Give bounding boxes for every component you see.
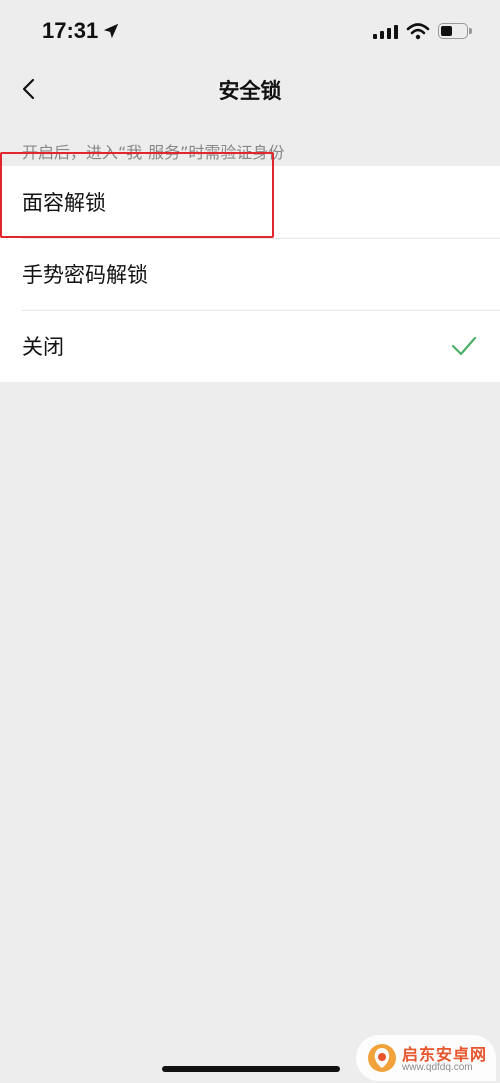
watermark-url: www.qdfdq.com [402,1062,473,1073]
status-time: 17:31 [42,18,120,44]
option-label: 手势密码解锁 [22,263,148,287]
lock-options-list: 面容解锁 手势密码解锁 关闭 [0,166,500,382]
cellular-signal-icon [373,23,398,39]
hint-text: 开启后，进入“我-服务”时需验证身份 [22,143,285,162]
battery-icon [438,23,472,39]
home-indicator[interactable] [162,1066,340,1072]
wifi-icon [406,23,430,40]
option-face-unlock[interactable]: 面容解锁 [0,166,500,238]
battery-fill [441,26,452,36]
option-label: 面容解锁 [22,191,106,215]
status-time-text: 17:31 [42,18,99,43]
watermark: 启东安卓网 www.qdfdq.com [356,1035,496,1081]
status-bar: 17:31 [0,0,500,66]
checkmark-icon [451,336,477,356]
option-label: 关闭 [22,335,64,359]
location-arrow-icon [104,23,119,39]
option-gesture-unlock[interactable]: 手势密码解锁 [0,238,500,310]
nav-bar: 安全锁 [0,66,500,112]
status-icons [373,22,472,40]
watermark-logo-icon [368,1044,396,1072]
page-title: 安全锁 [218,79,282,103]
option-off[interactable]: 关闭 [0,310,500,382]
